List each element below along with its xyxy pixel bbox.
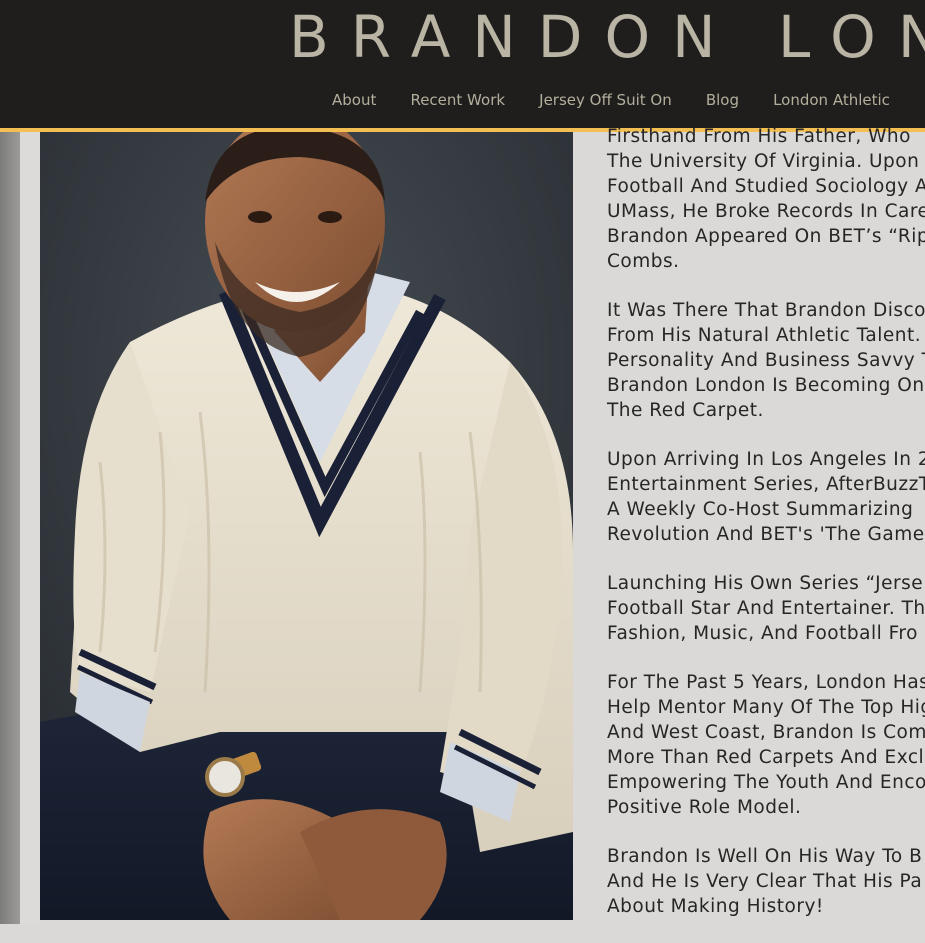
bio-paragraph: Launching His Own Series “Jerse Football… bbox=[607, 571, 925, 646]
bio-line: Launching His Own Series “Jerse bbox=[607, 573, 924, 594]
portrait-illustration bbox=[40, 132, 573, 920]
bio-line: More Than Red Carpets And Excl bbox=[607, 747, 925, 768]
bio-line: Football And Studied Sociology A bbox=[607, 176, 925, 197]
bio-line: Upon Arriving In Los Angeles In 2 bbox=[607, 449, 925, 470]
bio-line: About Making History! bbox=[607, 896, 824, 917]
bio-paragraph: For The Past 5 Years, London Has Help Me… bbox=[607, 670, 925, 820]
bio-line: The Red Carpet. bbox=[607, 400, 764, 421]
bio-line: A Weekly Co-Host Summarizing bbox=[607, 499, 914, 520]
bio-paragraph: Upon Arriving In Los Angeles In 2 Entert… bbox=[607, 447, 925, 547]
bio-line: Entertainment Series, AfterBuzzT bbox=[607, 474, 925, 495]
nav-item-recent-work[interactable]: Recent Work bbox=[410, 91, 505, 109]
bio-line: It Was There That Brandon Disco bbox=[607, 300, 925, 321]
bio-line: Combs. bbox=[607, 251, 680, 272]
site-header: BRANDON LON About Recent Work Jersey Off… bbox=[0, 0, 925, 132]
nav-item-london-athletic[interactable]: London Athletic bbox=[773, 91, 890, 109]
bio-line: For The Past 5 Years, London Has bbox=[607, 672, 925, 693]
bio-paragraph: Firsthand From His Father, Who The Unive… bbox=[607, 124, 925, 274]
site-title[interactable]: BRANDON LON bbox=[289, 2, 925, 72]
bio-line: Brandon London Is Becoming On bbox=[607, 375, 925, 396]
content-gutter bbox=[20, 132, 40, 924]
bio-line: Revolution And BET's 'The Game bbox=[607, 524, 925, 545]
bio-line: UMass, He Broke Records In Care bbox=[607, 201, 925, 222]
bio-line: Football Star And Entertainer. Th bbox=[607, 598, 925, 619]
nav-item-jersey-off-suit-on[interactable]: Jersey Off Suit On bbox=[539, 91, 672, 109]
nav-item-about[interactable]: About bbox=[332, 91, 376, 109]
bio-line: Help Mentor Many Of The Top Hig bbox=[607, 697, 925, 718]
nav-item-blog[interactable]: Blog bbox=[706, 91, 739, 109]
bio-line: From His Natural Athletic Talent. bbox=[607, 325, 922, 346]
bio-text: Firsthand From His Father, Who The Unive… bbox=[607, 124, 925, 943]
bio-line: Firsthand From His Father, Who bbox=[607, 126, 911, 147]
bio-line: Empowering The Youth And Enco bbox=[607, 772, 925, 793]
bio-line: And He Is Very Clear That His Pa bbox=[607, 871, 923, 892]
bio-line: Positive Role Model. bbox=[607, 797, 802, 818]
left-edge-strip bbox=[0, 132, 20, 924]
bio-line: The University Of Virginia. Upon I bbox=[607, 151, 925, 172]
bio-line: Fashion, Music, And Football Fro bbox=[607, 623, 918, 644]
bio-line: Personality And Business Savvy T bbox=[607, 350, 925, 371]
bio-paragraph: Brandon Is Well On His Way To B And He I… bbox=[607, 844, 925, 919]
bio-paragraph: It Was There That Brandon Disco From His… bbox=[607, 298, 925, 423]
bio-line: And West Coast, Brandon Is Com bbox=[607, 722, 925, 743]
portrait-photo bbox=[40, 132, 573, 920]
main-nav: About Recent Work Jersey Off Suit On Blo… bbox=[332, 90, 919, 109]
bio-line: Brandon Appeared On BET’s “Rip bbox=[607, 226, 925, 247]
bio-line: Brandon Is Well On His Way To B bbox=[607, 846, 923, 867]
